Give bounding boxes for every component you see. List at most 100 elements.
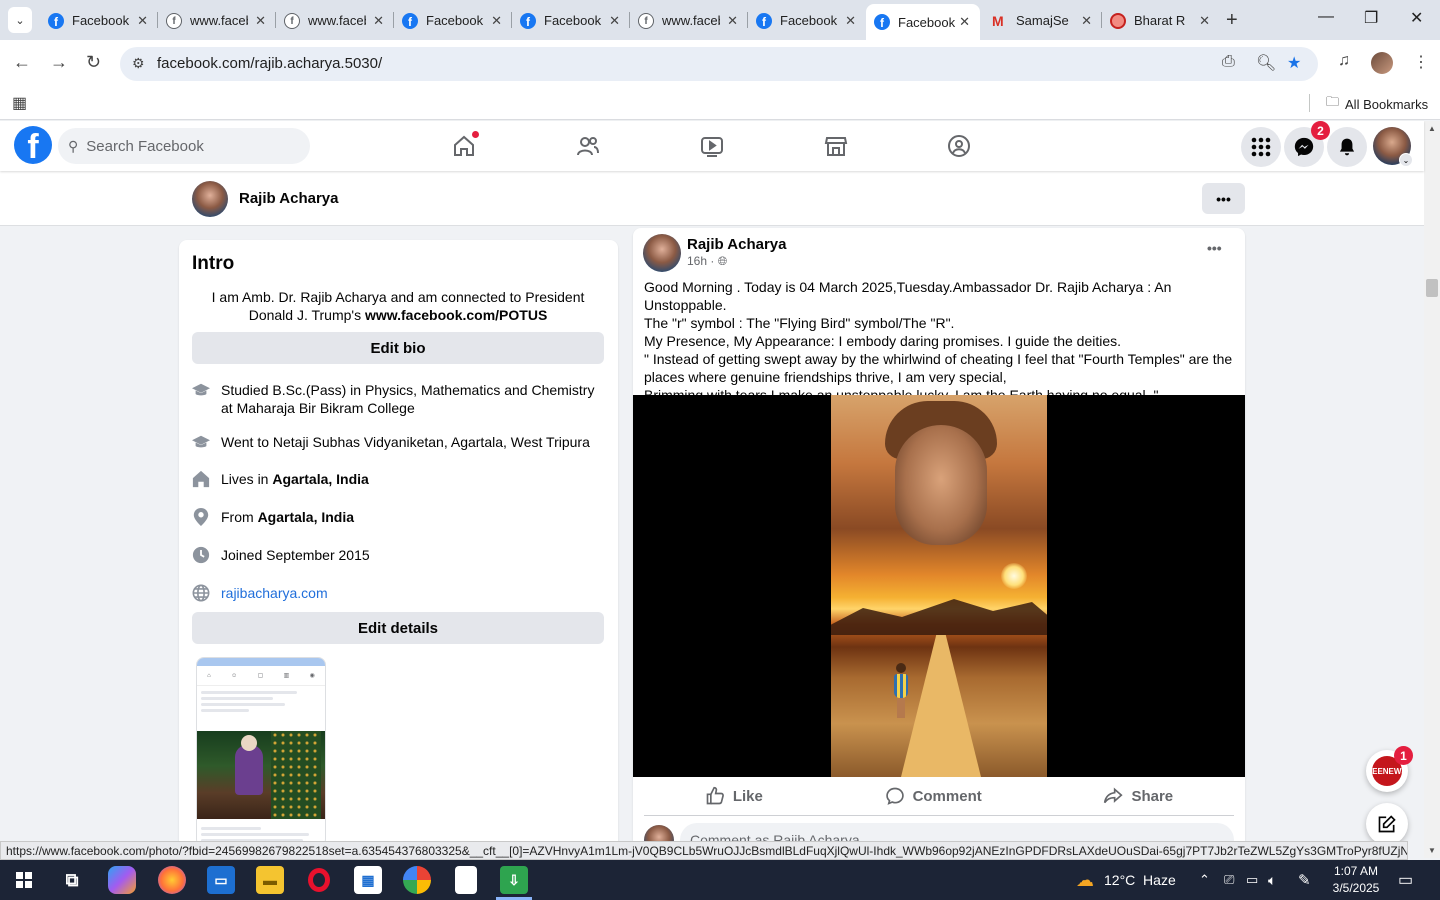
search-bar[interactable]: ⚲: [58, 128, 310, 164]
browser-tab[interactable]: f www.facebook.com ✕: [158, 7, 276, 34]
tab-search-button[interactable]: ⌄: [8, 7, 32, 33]
install-app-icon[interactable]: ⎙: [1222, 53, 1235, 71]
remote-desktop-icon[interactable]: ▭: [207, 866, 235, 894]
post-author-name[interactable]: Rajib Acharya: [687, 236, 787, 253]
chrome-icon[interactable]: [403, 866, 431, 894]
scroll-down-arrow[interactable]: ▼: [1428, 846, 1436, 855]
folder-icon: 🗀: [1326, 94, 1340, 109]
meet-icon[interactable]: ⎚: [1224, 860, 1234, 900]
omnibox[interactable]: ⚙ facebook.com/rajib.acharya.5030/ ⎙ 🔍︎ …: [120, 47, 1318, 81]
close-icon[interactable]: ✕: [491, 13, 502, 29]
notepad-icon[interactable]: [455, 866, 477, 894]
intro-joined: Joined September 2015: [192, 546, 604, 564]
profile-avatar[interactable]: [192, 181, 228, 217]
minimize-button[interactable]: —: [1318, 8, 1334, 26]
lives-place[interactable]: Agartala, India: [272, 471, 368, 487]
copilot-icon[interactable]: [108, 866, 136, 894]
featured-photo[interactable]: ⌂ ☺ ▢ ▥ ◉: [196, 657, 326, 847]
media-controls-icon[interactable]: ♫: [1338, 52, 1350, 70]
edit-details-button[interactable]: Edit details: [192, 612, 604, 644]
bio-link[interactable]: www.facebook.com/POTUS: [365, 307, 547, 323]
post-image[interactable]: [633, 395, 1245, 777]
pen-icon[interactable]: ✎: [1298, 860, 1311, 900]
browser-tab[interactable]: M SamajSe ✕: [984, 7, 1102, 34]
close-icon[interactable]: ✕: [137, 13, 148, 29]
share-button[interactable]: Share: [1103, 781, 1173, 811]
marketplace-icon[interactable]: [823, 133, 849, 159]
account-avatar[interactable]: ⌄: [1373, 127, 1413, 167]
site-info-icon[interactable]: ⚙: [132, 55, 145, 72]
video-icon[interactable]: [699, 133, 725, 159]
home-icon[interactable]: [451, 131, 479, 159]
browser-tab[interactable]: f Facebook ✕: [40, 7, 158, 34]
all-bookmarks-button[interactable]: 🗀 All Bookmarks: [1326, 93, 1428, 115]
restore-button[interactable]: ❐: [1364, 8, 1378, 28]
close-window-button[interactable]: ✕: [1410, 8, 1423, 28]
post-timestamp[interactable]: 16h ·: [687, 254, 714, 268]
windows-start-icon[interactable]: [16, 872, 32, 888]
close-icon[interactable]: ✕: [959, 14, 970, 30]
browser-tab[interactable]: f www.facebook.com ✕: [630, 7, 748, 34]
show-hidden-icons[interactable]: ⌃: [1199, 860, 1210, 900]
file-explorer-icon[interactable]: ▬: [256, 866, 284, 894]
scroll-up-arrow[interactable]: ▲: [1428, 124, 1436, 133]
weather-widget[interactable]: ☁ 12°C Haze: [1076, 860, 1176, 900]
facebook-icon: f: [166, 12, 182, 29]
volume-icon[interactable]: 🔈︎: [1268, 860, 1276, 900]
search-icon: ⚲: [68, 137, 79, 154]
task-view-icon[interactable]: ⧉: [58, 866, 86, 894]
browser-tab-active[interactable]: f Facebook ✕: [866, 4, 980, 40]
close-icon[interactable]: ✕: [255, 13, 266, 29]
notifications-center-icon[interactable]: ▭: [1398, 860, 1413, 900]
close-icon[interactable]: ✕: [1199, 13, 1210, 29]
page-scrollbar[interactable]: ▲ ▼: [1424, 121, 1440, 858]
website-link[interactable]: rajibacharya.com: [221, 584, 328, 602]
post-author-avatar[interactable]: [643, 234, 681, 272]
network-icon[interactable]: ▭: [1246, 860, 1258, 900]
intro-from: From Agartala, India: [192, 508, 604, 526]
browser-tab[interactable]: f Facebook ✕: [748, 7, 866, 34]
profile-avatar[interactable]: [1371, 52, 1393, 74]
search-input[interactable]: [86, 137, 287, 155]
microsoft-store-icon[interactable]: ▦: [354, 866, 382, 894]
profile-name[interactable]: Rajib Acharya: [239, 190, 339, 207]
close-icon[interactable]: ✕: [373, 13, 384, 29]
comment-button[interactable]: Comment: [885, 781, 982, 811]
cloud-download-icon[interactable]: ⇩: [500, 866, 528, 894]
facebook-logo[interactable]: f: [14, 126, 52, 164]
menu-grid-button[interactable]: [1241, 127, 1281, 167]
back-button[interactable]: ←: [13, 52, 31, 73]
new-message-button[interactable]: [1366, 803, 1408, 845]
close-icon[interactable]: ✕: [845, 13, 856, 29]
from-place[interactable]: Agartala, India: [258, 509, 354, 525]
url-text[interactable]: facebook.com/rajib.acharya.5030/: [157, 55, 382, 72]
groups-icon[interactable]: [946, 133, 972, 159]
forward-button[interactable]: →: [50, 52, 68, 73]
close-icon[interactable]: ✕: [609, 13, 620, 29]
comment-label: Comment: [912, 787, 982, 805]
browser-tab[interactable]: f Facebook ✕: [394, 7, 512, 34]
browser-tab[interactable]: Bharat R ✕: [1102, 7, 1220, 34]
friends-icon[interactable]: [575, 133, 601, 159]
bookmark-star-icon[interactable]: ★: [1287, 53, 1301, 73]
messenger-button[interactable]: 2: [1284, 121, 1330, 167]
reload-button[interactable]: ↻: [86, 52, 101, 73]
chrome-menu-icon[interactable]: ⋮: [1413, 52, 1429, 72]
post-more-button[interactable]: •••: [1207, 240, 1222, 256]
zoom-icon[interactable]: 🔍︎: [1256, 53, 1276, 73]
like-button[interactable]: Like: [705, 781, 763, 811]
scrollbar-thumb[interactable]: [1426, 279, 1438, 297]
post-text-line: Good Morning . Today is 04 March 2025,Tu…: [644, 279, 1172, 313]
close-icon[interactable]: ✕: [727, 13, 738, 29]
close-icon[interactable]: ✕: [1081, 13, 1092, 29]
profile-more-button[interactable]: •••: [1202, 183, 1245, 214]
browser-tab[interactable]: f www.facebook.com ✕: [276, 7, 394, 34]
apps-grid-icon[interactable]: ▦: [12, 93, 27, 113]
firefox-icon[interactable]: [158, 866, 186, 894]
opera-icon[interactable]: [305, 866, 333, 894]
browser-tab[interactable]: f Facebook ✕: [512, 7, 630, 34]
edit-bio-button[interactable]: Edit bio: [192, 332, 604, 364]
clock[interactable]: 1:07 AM 3/5/2025: [1330, 863, 1382, 897]
notifications-button[interactable]: [1327, 127, 1367, 167]
new-tab-button[interactable]: +: [1226, 9, 1238, 32]
